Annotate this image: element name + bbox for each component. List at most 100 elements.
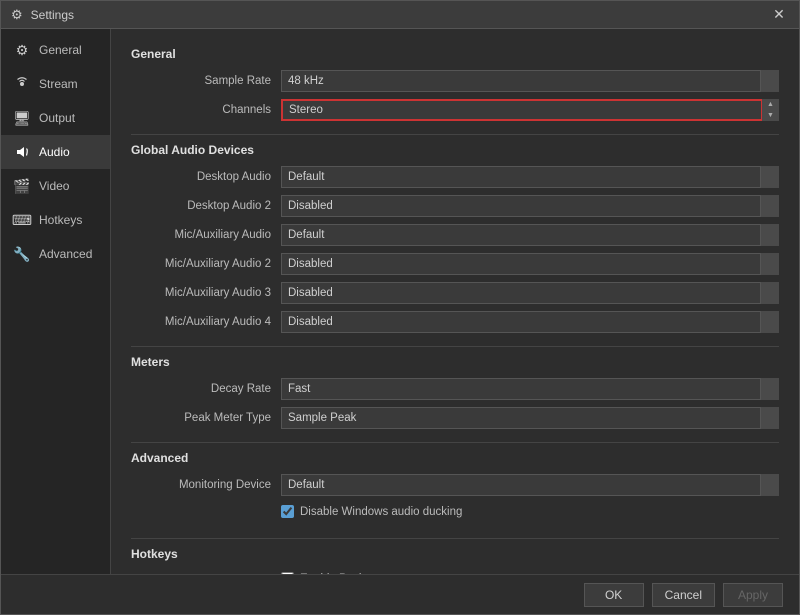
sample-rate-control: 44.1 kHz 48 kHz ▲ ▼ (281, 70, 779, 92)
mic-aux-control: Default Disabled ▲ ▼ (281, 224, 779, 246)
video-icon: 🎬 (13, 177, 31, 195)
mic-aux2-row: Mic/Auxiliary Audio 2 Default Disabled ▲… (131, 252, 779, 276)
desktop-audio-select[interactable]: Default Disabled (281, 166, 779, 188)
meters-section-header: Meters (131, 355, 779, 369)
close-button[interactable]: ✕ (769, 5, 789, 25)
enable-push-to-mute-checkbox[interactable] (281, 572, 294, 574)
mic-aux3-label: Mic/Auxiliary Audio 3 (131, 287, 281, 299)
settings-gear-icon: ⚙ (11, 7, 23, 23)
sidebar-item-stream[interactable]: Stream (1, 67, 110, 101)
settings-window: ⚙ Settings ✕ ⚙ General Stream (0, 0, 800, 615)
desktop-audio-wrapper: Default Disabled ▲ ▼ (281, 166, 779, 188)
sidebar-item-hotkeys[interactable]: ⌨ Hotkeys (1, 203, 110, 237)
sidebar-label-output: Output (39, 111, 75, 125)
mic-aux3-control: Default Disabled ▲ ▼ (281, 282, 779, 304)
hotkeys-icon: ⌨ (13, 211, 31, 229)
decay-rate-control: Fast Medium Slow ▲ ▼ (281, 378, 779, 400)
desktop-audio-row: Desktop Audio Default Disabled ▲ ▼ (131, 165, 779, 189)
window-title: Settings (31, 8, 74, 22)
desktop-audio2-select[interactable]: Default Disabled (281, 195, 779, 217)
peak-meter-control: Sample Peak True Peak ▲ ▼ (281, 407, 779, 429)
channels-label: Channels (131, 104, 281, 116)
global-audio-header: Global Audio Devices (131, 143, 779, 157)
ducking-checkbox[interactable] (281, 505, 294, 518)
general-section-header: General (131, 47, 779, 61)
sidebar-label-hotkeys: Hotkeys (39, 213, 82, 227)
mic-aux-label: Mic/Auxiliary Audio (131, 229, 281, 241)
mic-aux4-control: Default Disabled ▲ ▼ (281, 311, 779, 333)
sidebar-item-general[interactable]: ⚙ General (1, 33, 110, 67)
sidebar: ⚙ General Stream 🖥 Output (1, 29, 111, 574)
channels-select-wrapper: Mono Stereo 2.1 4.0 4.1 5.1 7.1 ▲ ▼ (281, 99, 779, 121)
advanced-section-header: Advanced (131, 451, 779, 465)
mic-aux2-select[interactable]: Default Disabled (281, 253, 779, 275)
monitoring-wrapper: Default ▲ ▼ (281, 474, 779, 496)
decay-rate-wrapper: Fast Medium Slow ▲ ▼ (281, 378, 779, 400)
mic-aux-row: Mic/Auxiliary Audio Default Disabled ▲ ▼ (131, 223, 779, 247)
peak-meter-label: Peak Meter Type (131, 412, 281, 424)
desktop-audio2-row: Desktop Audio 2 Default Disabled ▲ ▼ (131, 194, 779, 218)
ok-button[interactable]: OK (584, 583, 644, 607)
sample-rate-select[interactable]: 44.1 kHz 48 kHz (281, 70, 779, 92)
stream-icon (13, 75, 31, 93)
decay-rate-label: Decay Rate (131, 383, 281, 395)
mic-aux3-wrapper: Default Disabled ▲ ▼ (281, 282, 779, 304)
monitoring-select[interactable]: Default (281, 474, 779, 496)
mic-aux-select[interactable]: Default Disabled (281, 224, 779, 246)
sample-rate-select-wrapper: 44.1 kHz 48 kHz ▲ ▼ (281, 70, 779, 92)
enable-push-to-mute-label[interactable]: Enable Push-to-mute (281, 572, 779, 574)
sidebar-label-advanced: Advanced (39, 247, 92, 261)
sample-rate-label: Sample Rate (131, 75, 281, 87)
hotkeys-mic-aux-control: Enable Push-to-mute (281, 572, 779, 574)
ducking-label-text: Disable Windows audio ducking (300, 506, 462, 518)
title-bar: ⚙ Settings ✕ (1, 1, 799, 29)
monitoring-control: Default ▲ ▼ (281, 474, 779, 496)
footer: OK Cancel Apply (1, 574, 799, 614)
sidebar-item-advanced[interactable]: 🔧 Advanced (1, 237, 110, 271)
title-bar-left: ⚙ Settings (11, 7, 74, 23)
sample-rate-row: Sample Rate 44.1 kHz 48 kHz ▲ ▼ (131, 69, 779, 93)
decay-rate-row: Decay Rate Fast Medium Slow ▲ ▼ (131, 377, 779, 401)
audio-icon (13, 143, 31, 161)
channels-control: Mono Stereo 2.1 4.0 4.1 5.1 7.1 ▲ ▼ (281, 99, 779, 121)
hotkeys-section-header: Hotkeys (131, 547, 779, 561)
sidebar-label-general: General (39, 43, 82, 57)
mic-aux4-select[interactable]: Default Disabled (281, 311, 779, 333)
mic-aux2-control: Default Disabled ▲ ▼ (281, 253, 779, 275)
mic-aux-wrapper: Default Disabled ▲ ▼ (281, 224, 779, 246)
cancel-button[interactable]: Cancel (652, 583, 715, 607)
desktop-audio2-label: Desktop Audio 2 (131, 200, 281, 212)
output-icon: 🖥 (13, 109, 31, 127)
desktop-audio2-control: Default Disabled ▲ ▼ (281, 195, 779, 217)
sidebar-label-video: Video (39, 179, 69, 193)
apply-button[interactable]: Apply (723, 583, 783, 607)
ducking-control: Disable Windows audio ducking (281, 505, 779, 523)
monitoring-label: Monitoring Device (131, 479, 281, 491)
ducking-row: Disable Windows audio ducking (131, 502, 779, 526)
peak-meter-wrapper: Sample Peak True Peak ▲ ▼ (281, 407, 779, 429)
mic-aux3-select[interactable]: Default Disabled (281, 282, 779, 304)
content-area: General Sample Rate 44.1 kHz 48 kHz ▲ ▼ (111, 29, 799, 574)
sidebar-item-output[interactable]: 🖥 Output (1, 101, 110, 135)
sidebar-item-audio[interactable]: Audio (1, 135, 110, 169)
advanced-icon: 🔧 (13, 245, 31, 263)
mic-aux4-label: Mic/Auxiliary Audio 4 (131, 316, 281, 328)
mic-aux2-wrapper: Default Disabled ▲ ▼ (281, 253, 779, 275)
divider-2 (131, 346, 779, 347)
mic-aux4-row: Mic/Auxiliary Audio 4 Default Disabled ▲… (131, 310, 779, 334)
desktop-audio-label: Desktop Audio (131, 171, 281, 183)
divider-4 (131, 538, 779, 539)
decay-rate-select[interactable]: Fast Medium Slow (281, 378, 779, 400)
divider-3 (131, 442, 779, 443)
sidebar-item-video[interactable]: 🎬 Video (1, 169, 110, 203)
desktop-audio-control: Default Disabled ▲ ▼ (281, 166, 779, 188)
desktop-audio2-wrapper: Default Disabled ▲ ▼ (281, 195, 779, 217)
sidebar-label-stream: Stream (39, 77, 78, 91)
channels-select[interactable]: Mono Stereo 2.1 4.0 4.1 5.1 7.1 (281, 99, 779, 121)
mic-aux3-row: Mic/Auxiliary Audio 3 Default Disabled ▲… (131, 281, 779, 305)
monitoring-row: Monitoring Device Default ▲ ▼ (131, 473, 779, 497)
main-content: ⚙ General Stream 🖥 Output (1, 29, 799, 574)
mic-aux4-wrapper: Default Disabled ▲ ▼ (281, 311, 779, 333)
peak-meter-select[interactable]: Sample Peak True Peak (281, 407, 779, 429)
ducking-checkbox-label[interactable]: Disable Windows audio ducking (281, 505, 779, 518)
